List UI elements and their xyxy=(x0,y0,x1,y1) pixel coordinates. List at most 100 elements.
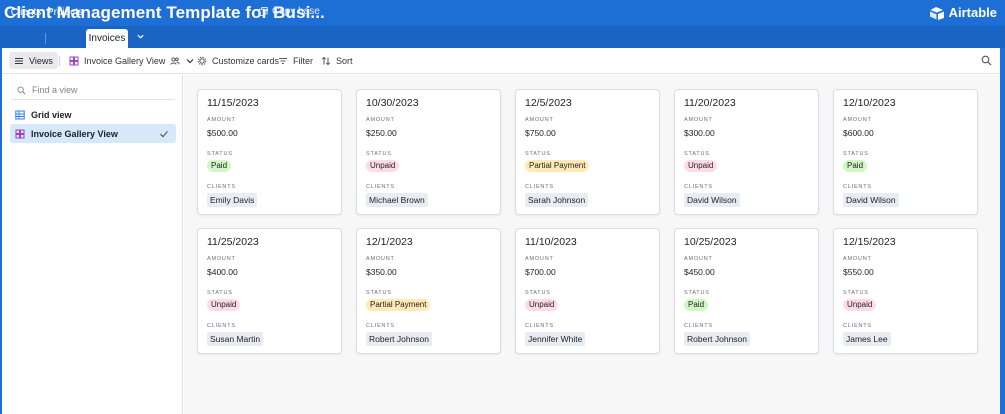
more-tables-button[interactable] xyxy=(133,29,147,43)
invoice-date: 10/30/2023 xyxy=(366,97,419,109)
invoice-card[interactable]: 10/25/2023 AMOUNT $450.00 STATUS Paid CLIENTS… xyxy=(674,228,819,354)
view-toolbar: Views Invoice Gallery View Customize car… xyxy=(2,48,1000,74)
invoice-card[interactable]: 12/10/2023 AMOUNT $600.00 STATUS Paid CLIENTS… xyxy=(833,89,978,215)
invoice-card[interactable]: 10/30/2023 AMOUNT $250.00 STATUS Unpaid CLIEN… xyxy=(356,89,501,215)
amount-label: AMOUNT xyxy=(525,256,554,262)
status-label: STATUS xyxy=(525,290,551,296)
invoice-date: 11/10/2023 xyxy=(525,236,577,248)
invoice-date: 12/1/2023 xyxy=(366,236,413,248)
status-label: STATUS xyxy=(207,290,233,296)
client-link-chip[interactable]: Robert Johnson xyxy=(684,332,751,346)
client-link-chip[interactable]: Robert Johnson xyxy=(366,332,433,346)
amount-value: $700.00 xyxy=(525,267,556,277)
chevron-down-icon xyxy=(136,34,144,39)
check-icon xyxy=(160,130,168,138)
status-label: STATUS xyxy=(684,290,710,296)
sort-icon xyxy=(321,56,331,65)
invoice-card[interactable]: 11/20/2023 AMOUNT $300.00 STATUS Unpaid CLIEN… xyxy=(674,89,819,215)
status-label: STATUS xyxy=(366,151,392,157)
find-view-placeholder: Find a view xyxy=(32,85,78,95)
client-link-chip[interactable]: Jennifer White xyxy=(525,332,586,346)
client-link-chip[interactable]: David Wilson xyxy=(843,193,899,207)
invoice-card[interactable]: 12/1/2023 AMOUNT $350.00 STATUS Partial Paym… xyxy=(356,228,501,354)
amount-label: AMOUNT xyxy=(207,117,236,123)
invoice-card[interactable]: 12/15/2023 AMOUNT $550.00 STATUS Unpaid CLIEN… xyxy=(833,228,978,354)
amount-value: $400.00 xyxy=(207,267,238,277)
tab-projects[interactable]: Projects xyxy=(46,3,84,22)
invoice-date: 11/15/2023 xyxy=(207,97,259,109)
copy-base-label: Copy base xyxy=(272,6,320,17)
amount-value: $550.00 xyxy=(843,267,874,277)
status-badge: Unpaid xyxy=(684,160,718,172)
airtable-logo[interactable]: Airtable xyxy=(929,5,997,20)
clients-label: CLIENTS xyxy=(525,323,554,329)
status-badge: Unpaid xyxy=(207,299,241,311)
clients-label: CLIENTS xyxy=(843,323,872,329)
clients-label: CLIENTS xyxy=(366,323,395,329)
invoice-date: 12/15/2023 xyxy=(843,236,896,248)
grid-icon xyxy=(15,110,25,119)
status-badge: Unpaid xyxy=(525,299,559,311)
sidebar-item-grid-view[interactable]: Grid view xyxy=(10,105,176,124)
filter-button[interactable]: Filter xyxy=(278,52,313,69)
amount-value: $350.00 xyxy=(366,267,397,277)
status-badge: Partial Payment xyxy=(525,160,590,172)
gear-icon xyxy=(197,56,207,65)
amount-value: $500.00 xyxy=(207,128,238,138)
search-icon[interactable] xyxy=(981,55,992,66)
clients-label: CLIENTS xyxy=(684,323,713,329)
copy-base-button[interactable]: Copy base xyxy=(259,6,320,17)
amount-label: AMOUNT xyxy=(366,256,395,262)
amount-label: AMOUNT xyxy=(684,256,713,262)
client-link-chip[interactable]: Sarah Johnson xyxy=(525,193,589,207)
amount-value: $750.00 xyxy=(525,128,556,138)
collaborators-icon xyxy=(170,56,181,65)
invoice-date: 12/10/2023 xyxy=(843,97,896,109)
table-tab-bar xyxy=(0,26,1005,48)
status-badge: Partial Payment xyxy=(366,299,431,311)
amount-value: $450.00 xyxy=(684,267,715,277)
gallery-icon xyxy=(69,56,79,65)
status-label: STATUS xyxy=(366,290,392,296)
status-badge: Paid xyxy=(207,160,232,172)
find-view-input[interactable]: Find a view xyxy=(11,81,175,100)
status-badge: Unpaid xyxy=(843,299,877,311)
sidebar-item-invoice-gallery-view[interactable]: Invoice Gallery View xyxy=(10,124,176,143)
invoice-card[interactable]: 11/15/2023 AMOUNT $500.00 STATUS Paid CLIENTS… xyxy=(197,89,342,215)
copy-icon xyxy=(259,7,268,16)
client-link-chip[interactable]: Emily Davis xyxy=(207,193,258,207)
sort-button[interactable]: Sort xyxy=(321,52,353,69)
client-link-chip[interactable]: Susan Martin xyxy=(207,332,264,346)
status-label: STATUS xyxy=(525,151,551,157)
toolbar-divider xyxy=(59,56,60,66)
views-label: Views xyxy=(29,55,53,66)
client-link-chip[interactable]: James Lee xyxy=(843,332,891,346)
amount-label: AMOUNT xyxy=(207,256,236,262)
invoice-card[interactable]: 12/5/2023 AMOUNT $750.00 STATUS Partial Paym… xyxy=(515,89,660,215)
clients-label: CLIENTS xyxy=(207,184,236,190)
status-badge: Unpaid xyxy=(366,160,400,172)
customize-cards-button[interactable]: Customize cards xyxy=(197,52,279,69)
status-label: STATUS xyxy=(843,290,869,296)
tab-clients[interactable]: Clients xyxy=(6,3,46,22)
filter-icon xyxy=(279,57,287,64)
current-view-button[interactable]: Invoice Gallery View xyxy=(69,52,195,69)
tab-invoices[interactable]: Invoices xyxy=(86,29,128,48)
amount-label: AMOUNT xyxy=(525,117,554,123)
client-link-chip[interactable]: David Wilson xyxy=(684,193,740,207)
invoice-date: 11/20/2023 xyxy=(684,97,736,109)
invoice-card[interactable]: 11/10/2023 AMOUNT $700.00 STATUS Unpaid CLIEN… xyxy=(515,228,660,354)
invoice-card[interactable]: 11/25/2023 AMOUNT $400.00 STATUS Unpaid CLIEN… xyxy=(197,228,342,354)
amount-value: $300.00 xyxy=(684,128,715,138)
amount-label: AMOUNT xyxy=(366,117,395,123)
clients-label: CLIENTS xyxy=(207,323,236,329)
views-toggle-button[interactable]: Views xyxy=(9,52,58,69)
top-bar: Client Management Template for Busi... C… xyxy=(0,0,1005,26)
main-panel: Views Invoice Gallery View Customize car… xyxy=(2,48,1000,414)
chevron-down-icon xyxy=(186,58,194,63)
client-link-chip[interactable]: Michael Brown xyxy=(366,193,428,207)
views-sidebar: Find a view Grid view Invoice Gallery Vi… xyxy=(2,75,183,414)
status-label: STATUS xyxy=(207,151,233,157)
invoice-date: 11/25/2023 xyxy=(207,236,259,248)
status-badge: Paid xyxy=(843,160,868,172)
